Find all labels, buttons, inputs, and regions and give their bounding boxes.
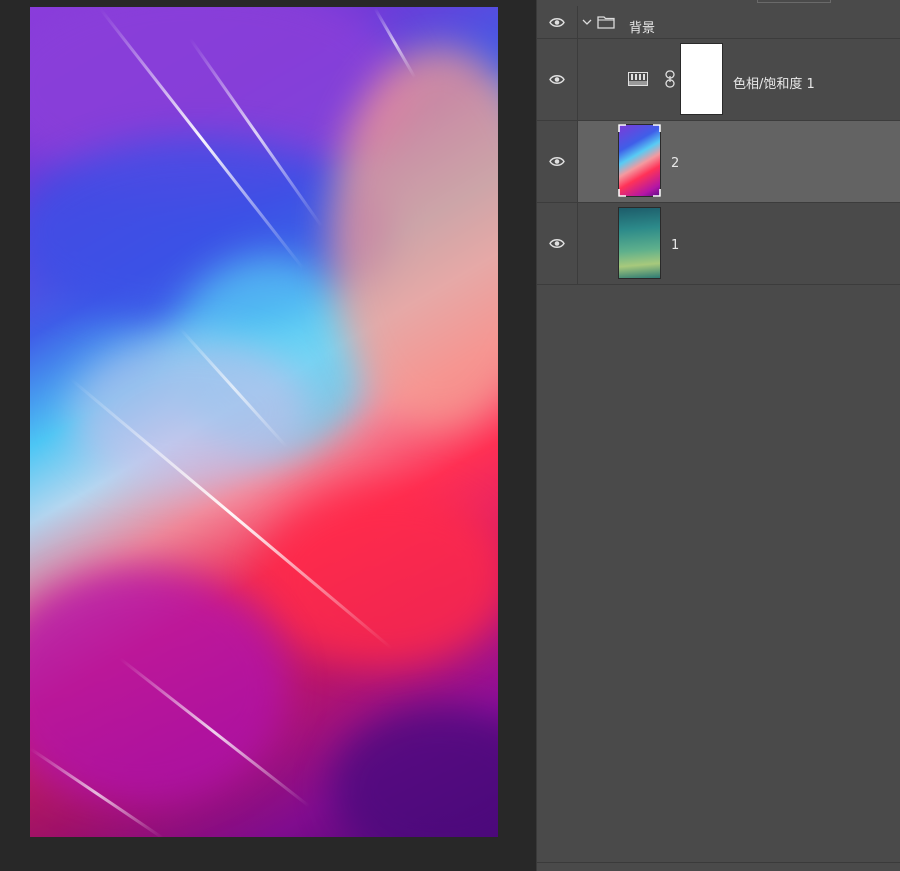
panel-header-strip [757,0,831,3]
link-icon[interactable] [665,70,675,88]
deep-purple-cloud [330,707,498,837]
visibility-toggle[interactable] [537,39,578,120]
folder-icon [597,16,615,29]
layer-row-group-background[interactable]: 背景 [537,6,900,39]
eye-icon[interactable] [549,74,565,85]
layers-panel: 背景 色相/饱和度 1 2 1 [536,0,900,871]
eye-icon[interactable] [549,17,565,28]
layer-name[interactable]: 背景 [629,17,655,36]
layer-thumbnail[interactable] [618,124,661,197]
visibility-toggle[interactable] [537,121,578,202]
layer-row-hue-saturation[interactable]: 色相/饱和度 1 [537,39,900,121]
layer-row-1[interactable]: 1 [537,203,900,285]
canvas-workspace[interactable] [0,0,536,871]
selection-brackets [618,124,661,197]
layer-name[interactable]: 2 [671,156,679,171]
layer-thumbnail[interactable] [618,207,661,279]
layer-name[interactable]: 1 [671,238,679,253]
eye-icon[interactable] [549,156,565,167]
visibility-toggle[interactable] [537,203,578,284]
visibility-toggle[interactable] [537,6,578,38]
layer-mask-thumbnail[interactable] [680,43,723,115]
hue-saturation-icon [628,72,648,86]
panel-divider [537,862,900,863]
document-canvas[interactable] [30,7,498,837]
chevron-down-icon[interactable] [581,16,593,28]
eye-icon[interactable] [549,238,565,249]
layer-name[interactable]: 色相/饱和度 1 [733,73,815,92]
pale-cloud [70,337,310,487]
layer-row-2[interactable]: 2 [537,121,900,203]
